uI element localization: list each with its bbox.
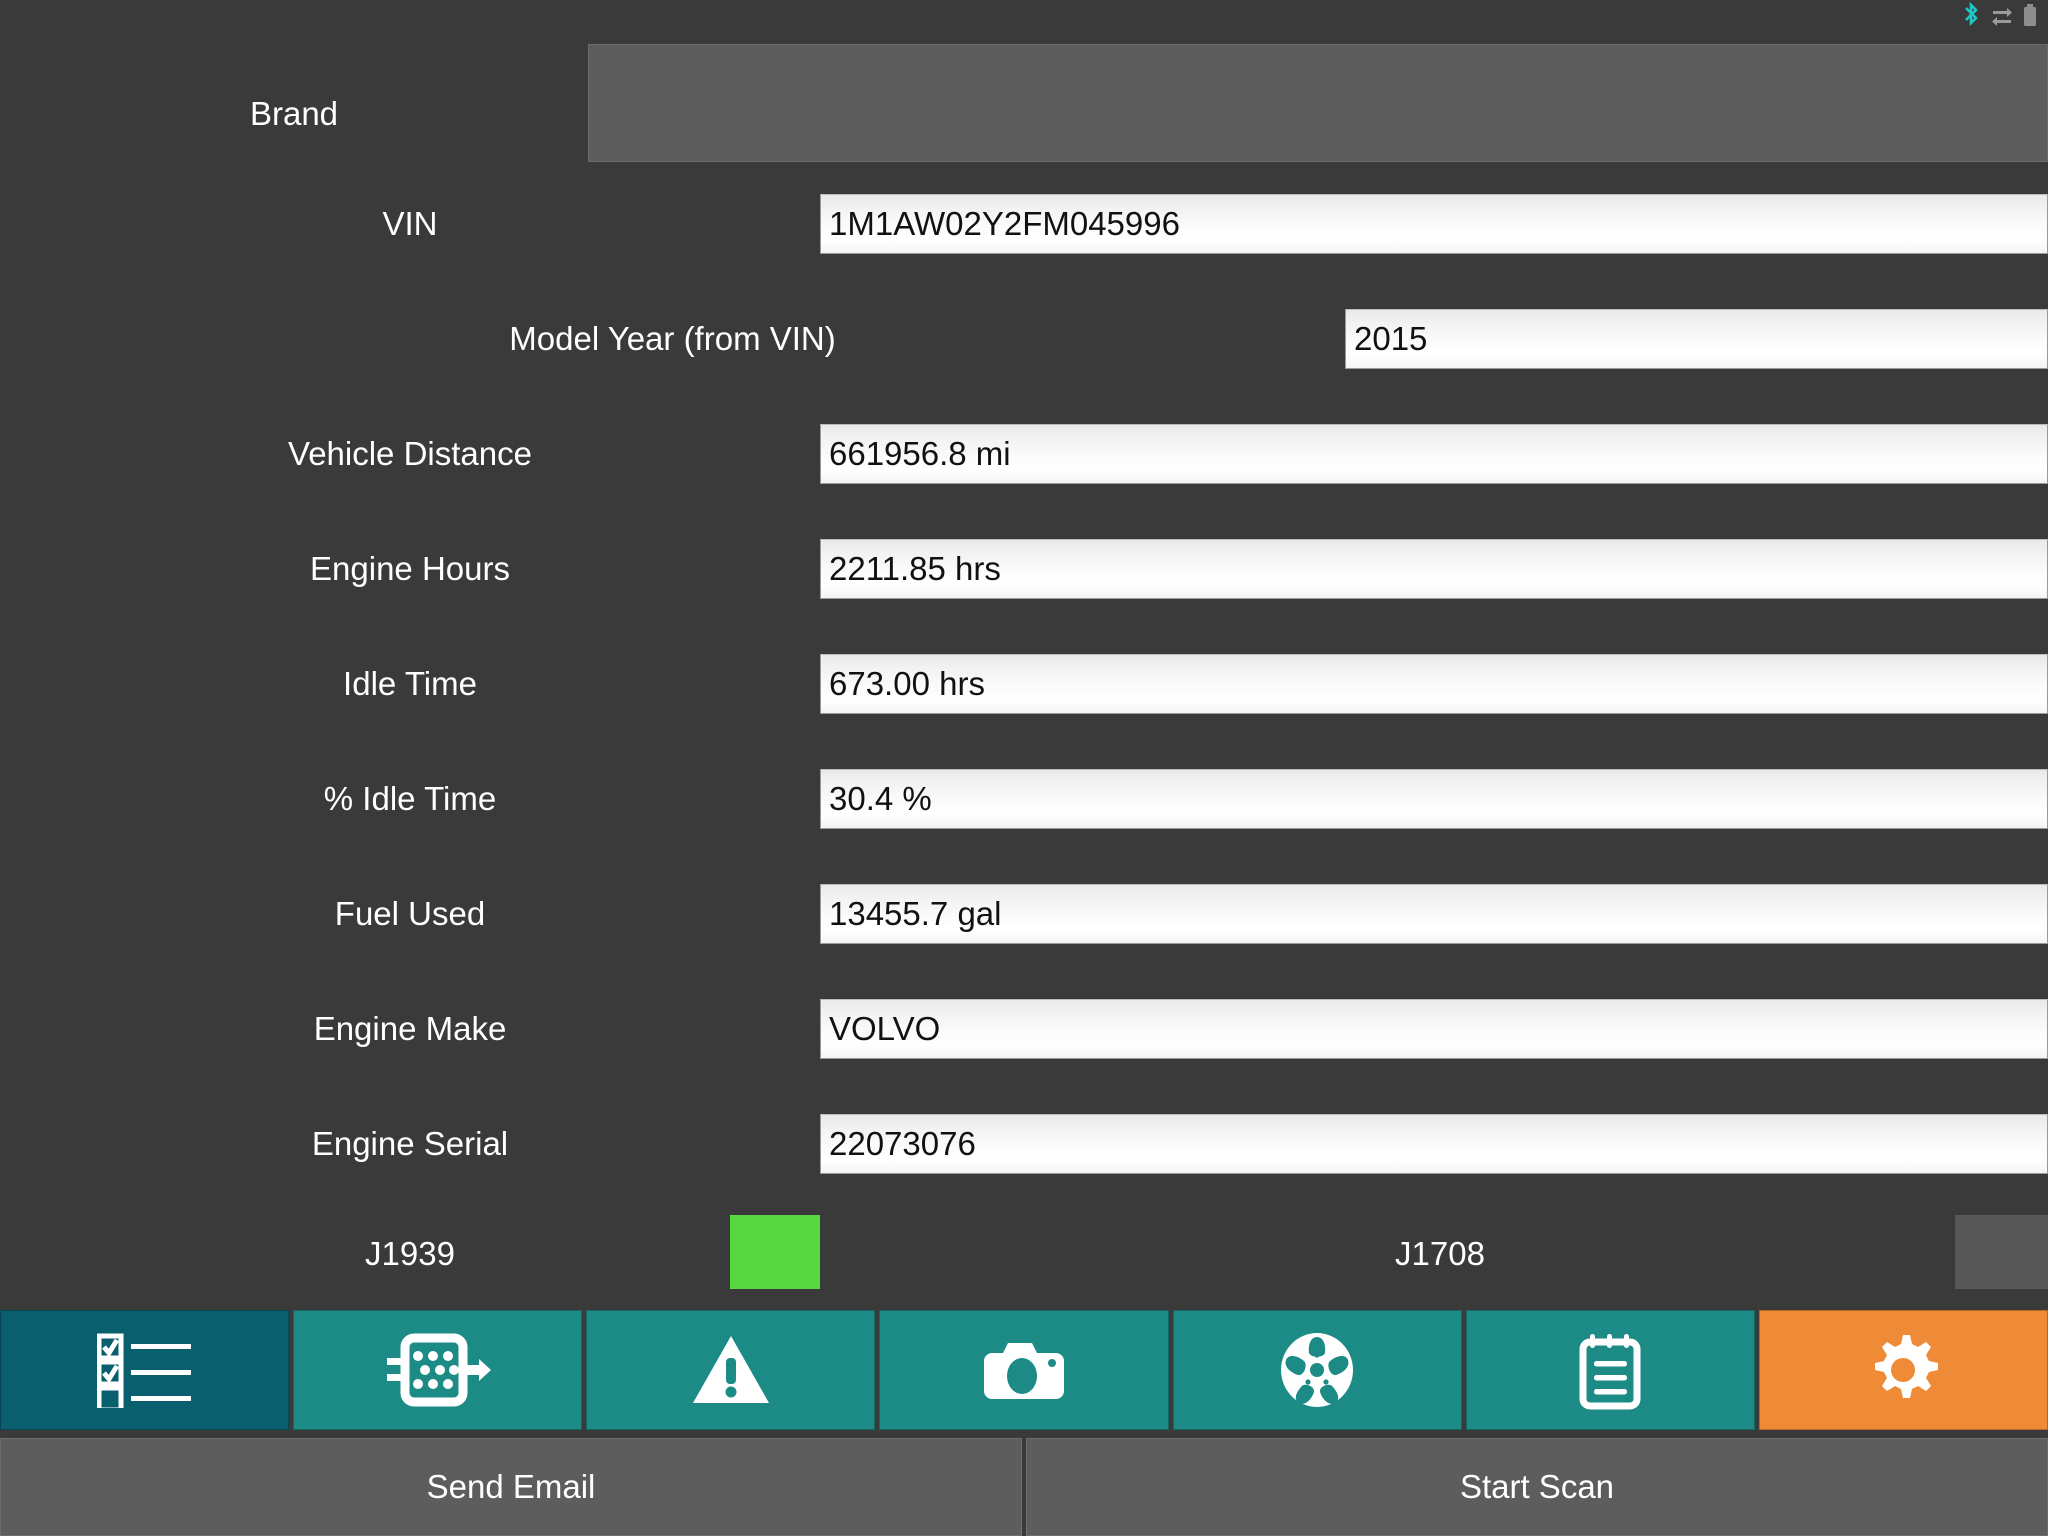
tab-settings[interactable] — [1758, 1310, 2048, 1430]
idle-time-field[interactable]: 673.00 hrs — [820, 654, 2048, 714]
row-vehicle-distance: Vehicle Distance 661956.8 mi — [0, 409, 2048, 499]
vehicle-distance-field[interactable]: 661956.8 mi — [820, 424, 2048, 484]
row-fuel-used: Fuel Used 13455.7 gal — [0, 869, 2048, 959]
j1939-status-indicator — [730, 1215, 820, 1289]
engine-hours-field[interactable]: 2211.85 hrs — [820, 539, 2048, 599]
start-scan-button[interactable]: Start Scan — [1026, 1438, 2048, 1536]
row-engine-hours: Engine Hours 2211.85 hrs — [0, 524, 2048, 614]
label-idle-time: Idle Time — [343, 664, 477, 702]
label-vehicle-distance: Vehicle Distance — [288, 434, 532, 472]
label-engine-serial: Engine Serial — [311, 1124, 509, 1162]
row-engine-make: Engine Make VOLVO — [0, 984, 2048, 1074]
warning-triangle-icon — [691, 1333, 771, 1407]
label-brand: Brand — [249, 95, 339, 132]
tab-checklist[interactable] — [0, 1310, 290, 1430]
camera-icon — [982, 1335, 1066, 1405]
bottom-tab-bar — [0, 1310, 2048, 1430]
row-percent-idle-time: % Idle Time 30.4 % — [0, 754, 2048, 844]
label-model-year: Model Year (from VIN) — [509, 319, 836, 357]
row-model-year: Model Year (from VIN) 2015 — [0, 294, 2048, 384]
vin-field[interactable]: 1M1AW02Y2FM045996 — [820, 194, 2048, 254]
percent-idle-time-field[interactable]: 30.4 % — [820, 769, 2048, 829]
row-engine-serial: Engine Serial 22073076 — [0, 1099, 2048, 1189]
row-idle-time: Idle Time 673.00 hrs — [0, 639, 2048, 729]
model-year-field[interactable]: 2015 — [1345, 309, 2048, 369]
wheel-icon — [1278, 1331, 1356, 1409]
data-transfer-icon — [1990, 3, 2014, 32]
action-button-row: Send Email Start Scan — [0, 1438, 2048, 1536]
bluetooth-icon — [1960, 1, 1982, 33]
engine-serial-field[interactable]: 22073076 — [820, 1114, 2048, 1174]
battery-icon — [2022, 3, 2038, 32]
j1708-status-indicator — [1955, 1215, 2048, 1289]
label-j1939: J1939 — [365, 1235, 455, 1272]
tab-camera[interactable] — [879, 1310, 1169, 1430]
tab-faults[interactable] — [586, 1310, 876, 1430]
gear-icon — [1866, 1333, 1940, 1407]
protocol-status-row: J1939 J1708 — [0, 1200, 2048, 1304]
label-engine-hours: Engine Hours — [310, 549, 510, 587]
label-percent-idle-time: % Idle Time — [323, 779, 497, 817]
tab-notes[interactable] — [1465, 1310, 1755, 1430]
fuel-used-field[interactable]: 13455.7 gal — [820, 884, 2048, 944]
row-brand: Brand — [0, 34, 2048, 172]
label-j1708: J1708 — [1395, 1235, 1485, 1272]
notepad-icon — [1579, 1330, 1641, 1410]
app-screen: Brand VIN 1M1AW02Y2FM045996 Model Year (… — [0, 0, 2048, 1536]
label-fuel-used: Fuel Used — [334, 894, 486, 932]
label-vin: VIN — [382, 204, 438, 242]
engine-make-field[interactable]: VOLVO — [820, 999, 2048, 1059]
checklist-icon — [96, 1332, 193, 1408]
vehicle-info-form: Brand VIN 1M1AW02Y2FM045996 Model Year (… — [0, 34, 2048, 1304]
tab-ecu[interactable] — [293, 1310, 583, 1430]
status-bar — [0, 0, 2048, 34]
send-email-button[interactable]: Send Email — [0, 1438, 1022, 1536]
ecu-connector-icon — [383, 1332, 493, 1408]
label-engine-make: Engine Make — [313, 1009, 507, 1047]
tab-wheels[interactable] — [1172, 1310, 1462, 1430]
brand-field[interactable] — [588, 44, 2048, 162]
row-vin: VIN 1M1AW02Y2FM045996 — [0, 179, 2048, 269]
